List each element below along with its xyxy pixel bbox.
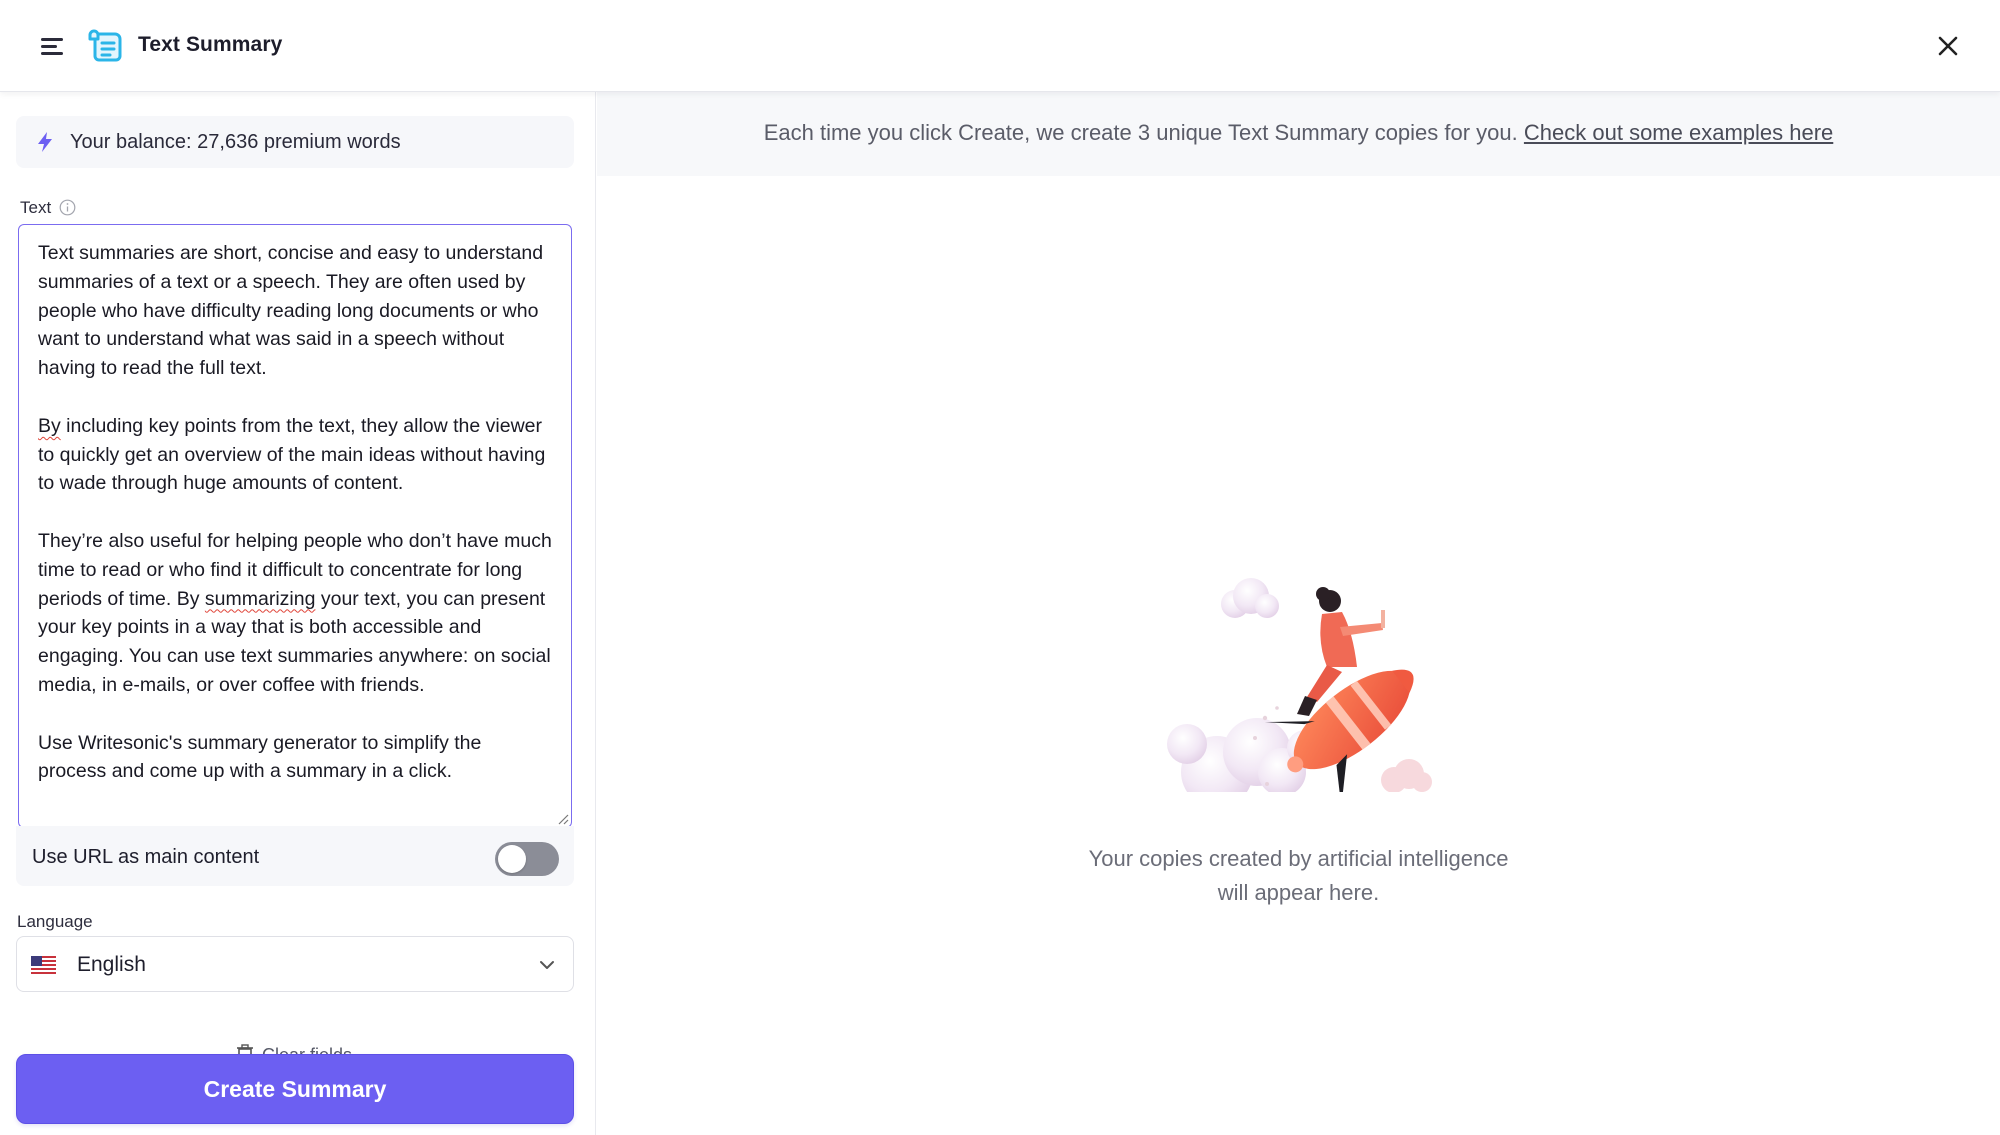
input-panel: Your balance: 27,636 premium words Text …: [0, 92, 596, 1135]
lightning-bolt-icon: [38, 132, 52, 152]
text-field-label: Text: [20, 198, 52, 217]
empty-line-2: will appear here.: [1217, 880, 1380, 905]
hamburger-menu-icon[interactable]: [36, 30, 68, 62]
toggle-knob: [498, 845, 526, 873]
app-header: Text Summary: [0, 0, 2000, 92]
language-label: Language: [17, 912, 93, 931]
text-summary-logo-icon: [88, 29, 122, 62]
resize-handle-icon[interactable]: [557, 813, 569, 825]
create-summary-button[interactable]: Create Summary: [16, 1054, 574, 1124]
text-paragraph: They’re also useful for helping people w…: [38, 529, 552, 696]
language-value: English: [77, 953, 146, 976]
info-bar: Each time you click Create, we create 3 …: [597, 92, 2000, 176]
page-title: Text Summary: [138, 33, 283, 56]
info-message: Each time you click Create, we create 3 …: [763, 120, 1518, 145]
cloud: [1221, 578, 1279, 618]
language-select[interactable]: English: [16, 936, 574, 992]
url-toggle-label: Use URL as main content: [32, 846, 260, 868]
url-toggle-switch[interactable]: [495, 842, 559, 876]
text-paragraph: Text summaries are short, concise and ea…: [38, 242, 544, 380]
spellcheck-word: By: [38, 414, 61, 437]
balance-banner: Your balance: 27,636 premium words: [16, 116, 574, 168]
close-icon[interactable]: [1932, 30, 1964, 62]
empty-line-1: Your copies created by artificial intell…: [1088, 846, 1509, 871]
examples-link[interactable]: Check out some examples here: [1524, 120, 1833, 145]
info-text: Each time you click Create, we create 3 …: [597, 120, 2000, 146]
spellcheck-word: summarizing: [204, 587, 316, 610]
chevron-down-icon: [540, 961, 554, 969]
balance-text: Your balance: 27,636 premium words: [70, 131, 401, 153]
person-riding-rocket-illustration: [1167, 578, 1432, 792]
text-paragraph: Use Writesonic's summary generator to si…: [38, 731, 482, 783]
output-panel: Each time you click Create, we create 3 …: [597, 92, 2000, 1135]
us-flag-icon: [31, 956, 56, 974]
empty-state-message: Your copies created by artificial intell…: [597, 842, 2000, 910]
url-content-row: Use URL as main content: [16, 826, 574, 886]
info-icon[interactable]: [59, 199, 76, 216]
text-input-area[interactable]: Text summaries are short, concise and ea…: [18, 224, 572, 828]
text-paragraph: By including key points from the text, t…: [38, 414, 546, 495]
